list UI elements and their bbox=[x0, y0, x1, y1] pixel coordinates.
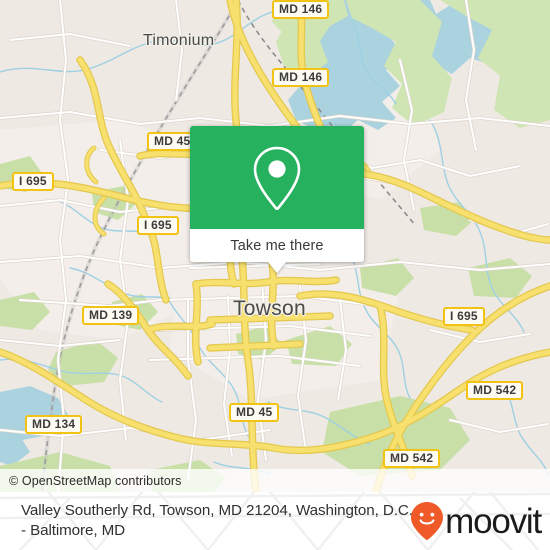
moovit-wordmark: moovit bbox=[445, 501, 542, 541]
address-text: Valley Southerly Rd, Towson, MD 21204, W… bbox=[21, 502, 413, 539]
road-shield-md-134[interactable]: MD 134 bbox=[25, 415, 83, 434]
road-shield-md-542-south[interactable]: MD 542 bbox=[383, 449, 441, 468]
popup-tail-pointer bbox=[268, 262, 286, 273]
take-me-there-label: Take me there bbox=[230, 237, 324, 254]
moovit-brand[interactable]: moovit bbox=[410, 501, 542, 541]
map-pin-icon bbox=[253, 146, 301, 210]
footer-bar: Valley Southerly Rd, Towson, MD 21204, W… bbox=[0, 492, 550, 550]
road-shield-i-695-west[interactable]: I 695 bbox=[12, 172, 54, 191]
road-shield-md-146-north[interactable]: MD 146 bbox=[272, 0, 330, 19]
attribution-text[interactable]: © OpenStreetMap contributors bbox=[0, 474, 182, 488]
popup-footer[interactable]: Take me there bbox=[190, 229, 364, 262]
road-shield-md-146-south[interactable]: MD 146 bbox=[272, 68, 330, 87]
map-canvas[interactable]: Timonium Towson MD 146 MD 146 MD 45 I 69… bbox=[0, 0, 550, 492]
popup-header bbox=[190, 126, 364, 229]
road-shield-md-542-east[interactable]: MD 542 bbox=[466, 381, 524, 400]
map-popup-callout[interactable]: Take me there bbox=[190, 126, 364, 273]
moovit-pin-smile-icon bbox=[411, 502, 444, 540]
map-attribution-bar: © OpenStreetMap contributors bbox=[0, 469, 550, 492]
map-screenshot: Timonium Towson MD 146 MD 146 MD 45 I 69… bbox=[0, 0, 550, 550]
road-shield-md-45-south[interactable]: MD 45 bbox=[229, 403, 280, 422]
road-shield-i-695-east[interactable]: I 695 bbox=[443, 307, 485, 326]
road-shield-i-695-center[interactable]: I 695 bbox=[137, 216, 179, 235]
road-shield-md-139[interactable]: MD 139 bbox=[82, 306, 140, 325]
